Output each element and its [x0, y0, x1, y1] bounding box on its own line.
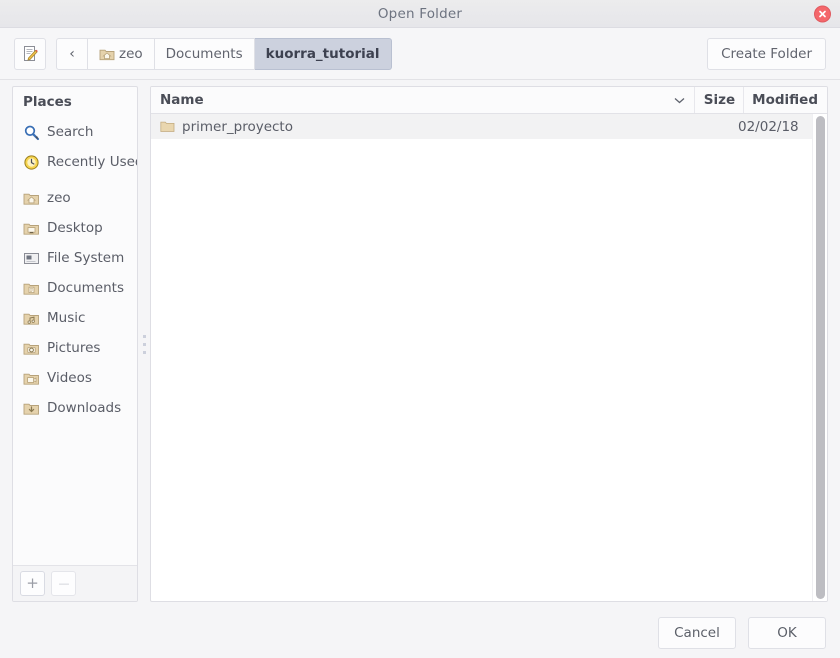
close-icon — [819, 10, 826, 17]
ok-button[interactable]: OK — [748, 617, 826, 649]
file-list-body: primer_proyecto 02/02/18 — [151, 114, 827, 601]
downloads-folder-icon — [23, 403, 39, 415]
add-bookmark-button[interactable]: + — [20, 571, 45, 596]
cancel-button-label: Cancel — [674, 625, 720, 641]
splitter-grip-icon — [142, 334, 146, 354]
path-back-button[interactable]: ‹ — [56, 37, 88, 70]
sidebar-item-recently-used-label: Recently Used — [47, 154, 137, 170]
file-name-cell: primer_proyecto — [151, 119, 687, 135]
file-name-label: primer_proyecto — [182, 118, 293, 135]
sidebar-item-file-system[interactable]: File System — [13, 243, 137, 273]
dialog-body: Places Search Recently Used zeo Desktop … — [0, 80, 840, 608]
places-sidebar: Places Search Recently Used zeo Desktop … — [12, 86, 138, 602]
document-pencil-icon — [23, 46, 38, 61]
sidebar-item-desktop[interactable]: Desktop — [13, 213, 137, 243]
chevron-left-icon: ‹ — [69, 45, 75, 62]
sidebar-item-search-label: Search — [47, 124, 94, 140]
create-folder-label: Create Folder — [721, 45, 812, 62]
file-list-scrollbar[interactable] — [812, 114, 827, 601]
column-header-size-label: Size — [703, 92, 736, 108]
videos-folder-icon — [23, 373, 39, 385]
column-header-name[interactable]: Name — [151, 87, 695, 113]
sidebar-splitter[interactable] — [138, 80, 150, 608]
sidebar-item-documents-label: Documents — [47, 280, 124, 296]
column-header-modified-label: Modified — [752, 92, 818, 108]
toolbar: ‹ zeo Documents kuorra_tutorial Create F… — [0, 28, 840, 80]
table-row[interactable]: primer_proyecto 02/02/18 — [151, 114, 812, 139]
path-button-kuorra-tutorial[interactable]: kuorra_tutorial — [254, 37, 392, 70]
search-icon — [24, 125, 40, 140]
sidebar-item-pictures[interactable]: Pictures — [13, 333, 137, 363]
drive-icon — [24, 252, 39, 264]
column-header-size[interactable]: Size — [695, 87, 745, 113]
dialog-action-bar: Cancel OK — [0, 608, 840, 658]
column-header-name-label: Name — [160, 92, 204, 108]
sidebar-item-desktop-label: Desktop — [47, 220, 103, 236]
column-header-modified[interactable]: Modified — [744, 87, 827, 113]
path-button-zeo-label: zeo — [119, 45, 143, 62]
sidebar-item-downloads[interactable]: Downloads — [13, 393, 137, 423]
plus-icon: + — [26, 574, 39, 592]
sidebar-item-zeo-label: zeo — [47, 190, 71, 206]
sidebar-bookmark-buttons: + — — [13, 565, 137, 601]
sidebar-item-documents[interactable]: Documents — [13, 273, 137, 303]
remove-bookmark-button[interactable]: — — [51, 571, 76, 596]
path-button-kuorra-tutorial-label: kuorra_tutorial — [265, 45, 380, 62]
recent-clock-icon — [24, 154, 39, 170]
path-button-zeo[interactable]: zeo — [88, 37, 155, 70]
sidebar-item-recently-used[interactable]: Recently Used — [13, 147, 137, 177]
path-bar: ‹ zeo Documents kuorra_tutorial — [56, 37, 392, 70]
sidebar-item-music-label: Music — [47, 310, 86, 326]
close-button[interactable] — [814, 5, 831, 22]
file-list-header: Name Size Modified — [151, 87, 827, 114]
file-list-rows: primer_proyecto 02/02/18 — [151, 114, 812, 601]
pictures-folder-icon — [23, 343, 39, 355]
places-header: Places — [23, 94, 72, 110]
sidebar-item-zeo[interactable]: zeo — [13, 183, 137, 213]
desktop-folder-icon — [23, 223, 39, 235]
sidebar-item-pictures-label: Pictures — [47, 340, 101, 356]
documents-folder-icon — [23, 283, 39, 295]
sidebar-item-search[interactable]: Search — [13, 117, 137, 147]
window-title: Open Folder — [377, 5, 463, 22]
open-folder-dialog: Open Folder ‹ zeo Documents kuorra_tutor… — [0, 0, 840, 658]
sidebar-item-music[interactable]: Music — [13, 303, 137, 333]
file-list: Name Size Modified primer_proyecto 02/02… — [150, 86, 828, 602]
sidebar-item-downloads-label: Downloads — [47, 400, 122, 416]
home-folder-icon — [99, 49, 115, 60]
scrollbar-thumb[interactable] — [815, 116, 825, 599]
sidebar-item-videos[interactable]: Videos — [13, 363, 137, 393]
music-folder-icon — [23, 313, 39, 325]
titlebar: Open Folder — [0, 0, 840, 28]
places-list: Places Search Recently Used zeo Desktop … — [13, 87, 137, 565]
cancel-button[interactable]: Cancel — [658, 617, 736, 649]
minus-icon: — — [58, 577, 70, 590]
sidebar-item-file-system-label: File System — [47, 250, 125, 266]
path-button-documents-label: Documents — [165, 45, 243, 62]
folder-icon — [160, 121, 175, 132]
path-button-documents[interactable]: Documents — [154, 37, 255, 70]
home-folder-icon — [23, 193, 39, 205]
chevron-down-icon — [674, 94, 685, 107]
create-folder-button[interactable]: Create Folder — [707, 37, 826, 70]
type-filename-button[interactable] — [14, 37, 46, 70]
file-modified-cell: 02/02/18 — [738, 118, 799, 135]
sidebar-item-videos-label: Videos — [47, 370, 92, 386]
ok-button-label: OK — [777, 625, 797, 641]
